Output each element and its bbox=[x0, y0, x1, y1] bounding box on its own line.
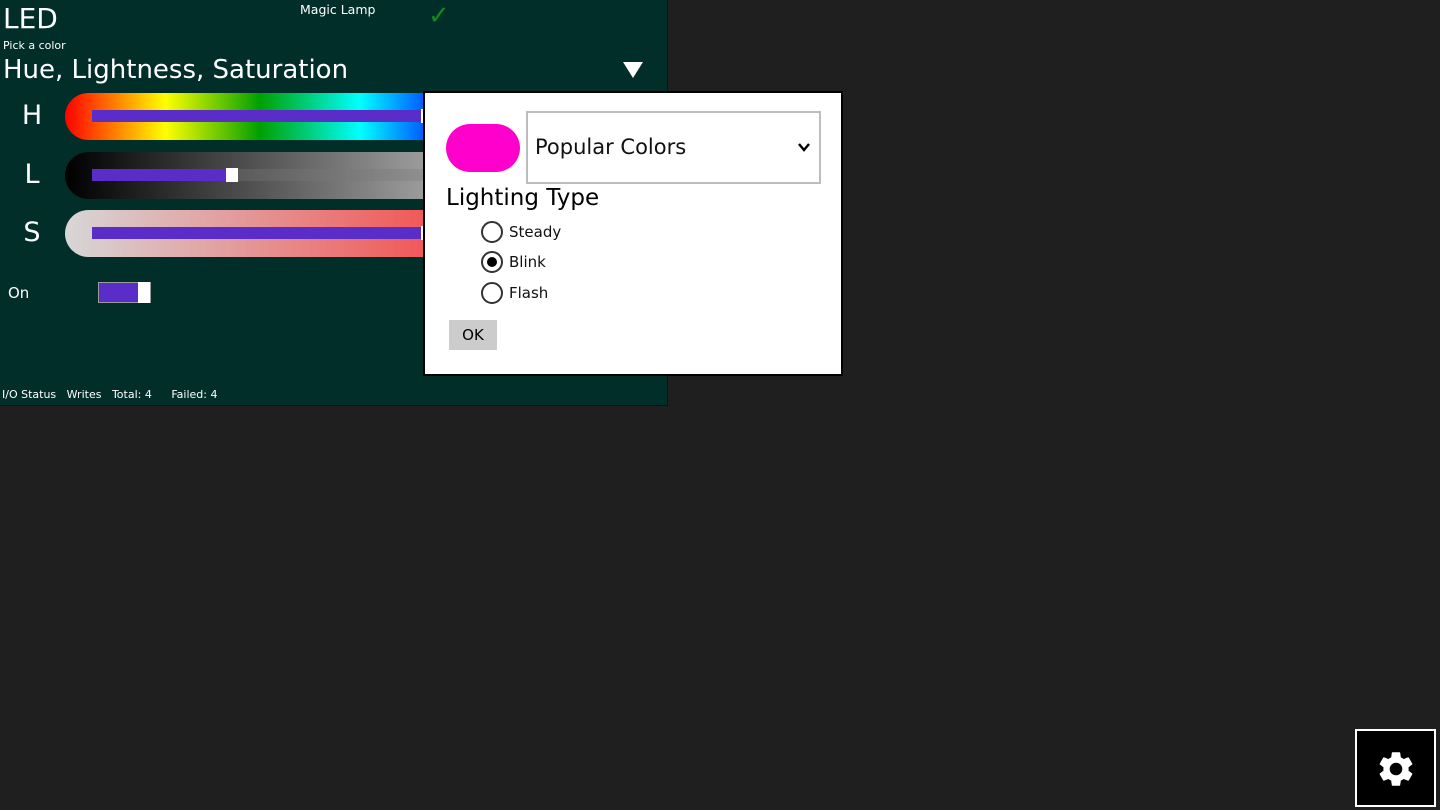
settings-button[interactable] bbox=[1355, 729, 1436, 807]
radio-dot bbox=[487, 257, 497, 267]
check-icon: ✓ bbox=[428, 1, 450, 31]
popular-colors-value: Popular Colors bbox=[535, 135, 687, 159]
radio-label: Blink bbox=[509, 253, 546, 271]
color-mode-title: Hue, Lightness, Saturation bbox=[3, 55, 349, 85]
ok-button[interactable]: OK bbox=[449, 320, 497, 350]
writes-total: Total: 4 bbox=[111, 388, 152, 401]
saturation-slider-fill bbox=[92, 227, 427, 239]
page-title: LED bbox=[3, 2, 58, 35]
saturation-slider-label: S bbox=[23, 217, 41, 248]
triangle-down-icon[interactable] bbox=[620, 57, 646, 83]
lighting-type-title: Lighting Type bbox=[446, 185, 600, 211]
gear-icon bbox=[1379, 752, 1413, 786]
radio-circle[interactable] bbox=[481, 251, 503, 273]
status-bar: I/O Status Writes Total: 4 Failed: 4 bbox=[2, 388, 224, 401]
radio-circle[interactable] bbox=[481, 221, 503, 243]
chevron-down-icon bbox=[797, 140, 811, 154]
radio-label: Flash bbox=[509, 284, 549, 302]
power-label: On bbox=[8, 284, 30, 302]
pick-color-label: Pick a color bbox=[3, 39, 66, 52]
lightness-slider-thumb[interactable] bbox=[226, 168, 239, 182]
lightness-slider-fill bbox=[92, 169, 233, 181]
writes-failed: Failed: 4 bbox=[171, 388, 218, 401]
device-name: Magic Lamp bbox=[300, 2, 376, 17]
lighting-dialog: Popular Colors Lighting Type Steady Blin… bbox=[423, 91, 843, 376]
radio-circle[interactable] bbox=[481, 282, 503, 304]
writes-label: Writes bbox=[66, 388, 102, 401]
lightness-slider-label: L bbox=[24, 159, 40, 190]
io-status-label: I/O Status bbox=[2, 388, 57, 401]
radio-label: Steady bbox=[509, 223, 562, 241]
hue-slider-label: H bbox=[21, 100, 43, 131]
popular-colors-select[interactable]: Popular Colors bbox=[526, 111, 821, 184]
color-swatch[interactable] bbox=[446, 124, 520, 172]
hue-slider-fill bbox=[92, 110, 427, 122]
power-toggle[interactable] bbox=[98, 282, 151, 303]
power-toggle-knob bbox=[138, 282, 150, 303]
